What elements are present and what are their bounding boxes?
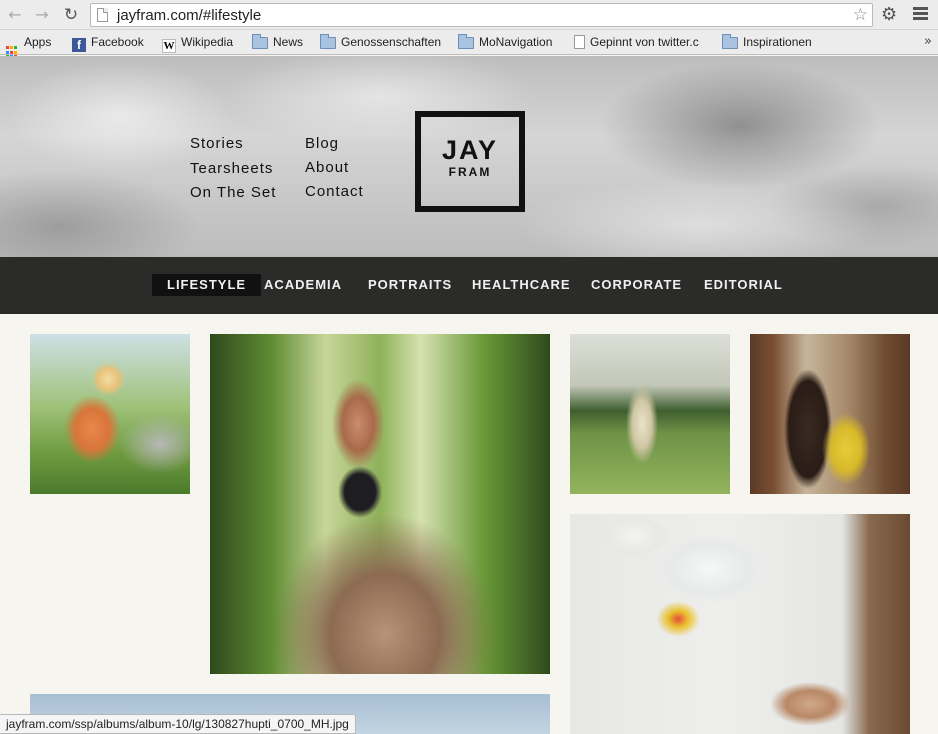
header-clouds-image: Stories Tearsheets On The Set Blog About…: [0, 56, 938, 257]
folder-icon: [458, 34, 474, 49]
address-bar[interactable]: jayfram.com/#lifestyle ☆: [90, 3, 873, 27]
bookmark-label: Genossenschaften: [341, 35, 442, 49]
logo-line-2: FRAM: [448, 165, 492, 179]
bookmark-folder-news[interactable]: News: [252, 34, 304, 51]
menu-icon[interactable]: [913, 7, 928, 22]
bookmark-label: Inspirationen: [743, 35, 812, 49]
page-icon: [574, 35, 585, 49]
bookmark-star-icon[interactable]: ☆: [853, 5, 868, 25]
status-bar-url: jayfram.com/ssp/albums/album-10/lg/13082…: [0, 714, 356, 734]
photo-dining-room-dog[interactable]: [570, 514, 910, 734]
bookmark-label: Gepinnt von twitter.c: [590, 35, 699, 49]
category-tab-editorial[interactable]: EDITORIAL: [704, 274, 783, 296]
bookmark-folder-genossenschaften[interactable]: Genossenschaften: [320, 34, 442, 51]
nav-left-group: Stories Tearsheets On The Set: [190, 132, 276, 206]
bookmark-label: Facebook: [91, 35, 144, 49]
nav-link-blog[interactable]: Blog: [305, 132, 364, 156]
folder-icon: [252, 34, 268, 49]
nav-link-about[interactable]: About: [305, 156, 364, 180]
wikipedia-icon: W: [162, 39, 176, 53]
category-tab-portraits[interactable]: PORTRAITS: [368, 274, 452, 296]
bookmark-label: Wikipedia: [181, 35, 234, 49]
nav-link-on-the-set[interactable]: On The Set: [190, 181, 276, 206]
bookmark-wikipedia[interactable]: W Wikipedia: [162, 35, 234, 53]
category-tab-lifestyle[interactable]: LIFESTYLE: [152, 274, 262, 296]
bookmark-facebook[interactable]: f Facebook: [72, 35, 144, 52]
gear-icon[interactable]: ⚙: [881, 4, 897, 25]
folder-icon: [722, 34, 738, 49]
nav-link-stories[interactable]: Stories: [190, 132, 276, 157]
bookmark-gepinnt[interactable]: Gepinnt von twitter.c: [574, 35, 699, 51]
folder-icon: [320, 34, 336, 49]
bookmark-folder-inspirationen[interactable]: Inspirationen: [722, 34, 812, 51]
category-nav-bar: LIFESTYLE ACADEMIA PORTRAITS HEALTHCARE …: [0, 257, 938, 314]
url-text[interactable]: jayfram.com/#lifestyle: [117, 7, 261, 24]
back-arrow-icon[interactable]: ←: [5, 5, 25, 25]
bookmark-label: Apps: [24, 35, 52, 49]
site-logo[interactable]: JAY FRAM: [415, 111, 525, 212]
logo-line-1: JAY: [441, 135, 499, 165]
bookmark-apps[interactable]: Apps: [6, 35, 52, 59]
nav-link-contact[interactable]: Contact: [305, 180, 364, 204]
bookmarks-bar: Apps f Facebook W Wikipedia News Genossens…: [0, 30, 938, 59]
category-tab-corporate[interactable]: CORPORATE: [591, 274, 682, 296]
browser-toolbar: ← → ↻ jayfram.com/#lifestyle ☆ ⚙: [0, 0, 938, 30]
page-icon: [97, 8, 108, 22]
facebook-icon: f: [72, 38, 86, 52]
bookmark-label: MoNavigation: [479, 35, 553, 49]
nav-link-tearsheets[interactable]: Tearsheets: [190, 157, 276, 182]
category-tab-healthcare[interactable]: HEALTHCARE: [472, 274, 571, 296]
photo-golfer[interactable]: [570, 334, 730, 494]
bookmark-folder-monavigation[interactable]: MoNavigation: [458, 34, 553, 51]
bookmark-label: News: [273, 35, 304, 49]
reload-icon[interactable]: ↻: [61, 5, 81, 25]
photo-woman-in-field[interactable]: [30, 334, 190, 494]
bookmarks-overflow-chevron-icon[interactable]: »: [924, 34, 932, 49]
nav-right-group: Blog About Contact: [305, 132, 364, 204]
forward-arrow-icon[interactable]: →: [32, 5, 52, 25]
category-tab-academia[interactable]: ACADEMIA: [264, 274, 342, 296]
photo-trail-runner[interactable]: [210, 334, 550, 674]
photo-pregnant-woman-kitchen[interactable]: [750, 334, 910, 494]
